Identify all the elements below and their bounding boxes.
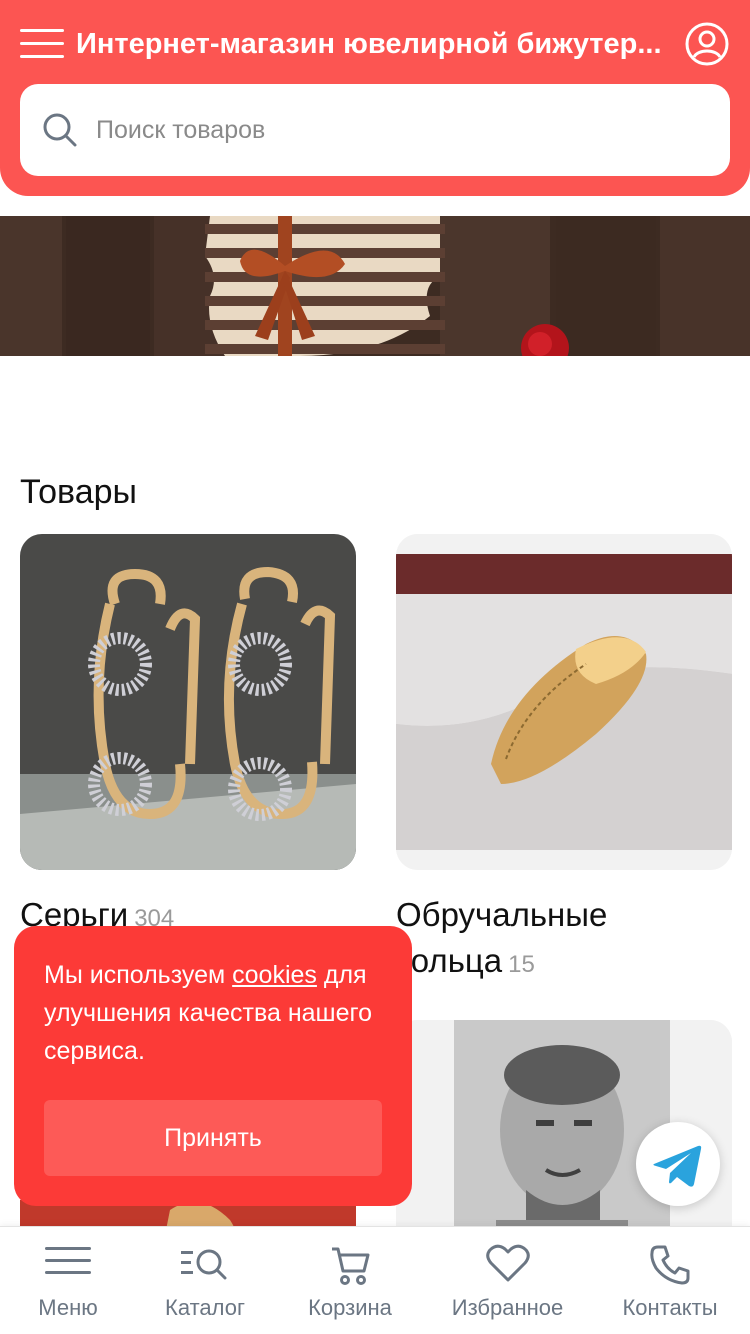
bottom-nav: Меню Каталог Корзина Избранное Контакты [0, 1226, 750, 1334]
accept-cookies-button[interactable]: Принять [44, 1100, 382, 1176]
nav-contacts[interactable]: Контакты [604, 1227, 736, 1334]
product-caption-rings[interactable]: Обручальные кольца 15 [396, 892, 732, 988]
nav-cart[interactable]: Корзина [290, 1227, 410, 1334]
nav-label: Каталог [165, 1295, 245, 1320]
cookie-text: Мы используем cookies для улучшения каче… [44, 961, 372, 1065]
cookies-link[interactable]: cookies [232, 961, 317, 989]
nav-label: Контакты [622, 1295, 718, 1320]
user-circle-icon[interactable] [684, 21, 730, 67]
nav-menu[interactable]: Меню [8, 1227, 128, 1334]
search-bar [20, 84, 730, 176]
product-count: 15 [508, 951, 535, 978]
nav-label: Меню [38, 1295, 98, 1320]
nav-label: Избранное [451, 1295, 564, 1320]
cart-icon [332, 1247, 370, 1285]
menu-icon [45, 1247, 91, 1274]
page: Интернет-магазин ювелирной бижутер... По… [0, 0, 750, 1334]
nav-label: Корзина [308, 1295, 392, 1320]
header: Интернет-магазин ювелирной бижутер... [0, 0, 750, 196]
search-input[interactable] [96, 104, 706, 156]
product-name: Обручальные кольца [396, 896, 608, 979]
section-title: Товары [20, 473, 137, 511]
cookie-banner: Мы используем cookies для улучшения каче… [14, 926, 412, 1206]
search-icon[interactable] [42, 112, 78, 148]
product-card-earrings[interactable] [20, 534, 356, 870]
nav-favorites[interactable]: Избранное [430, 1227, 585, 1334]
hamburger-icon[interactable] [20, 26, 64, 60]
catalog-search-icon [181, 1249, 227, 1280]
phone-icon [650, 1245, 690, 1285]
product-card-rings[interactable] [396, 534, 732, 870]
telegram-icon[interactable] [636, 1122, 720, 1206]
nav-catalog[interactable]: Каталог [145, 1227, 265, 1334]
shop-title: Интернет-магазин ювелирной бижутер... [76, 28, 662, 60]
heart-icon [485, 1244, 530, 1282]
promo-banner[interactable] [0, 216, 750, 356]
